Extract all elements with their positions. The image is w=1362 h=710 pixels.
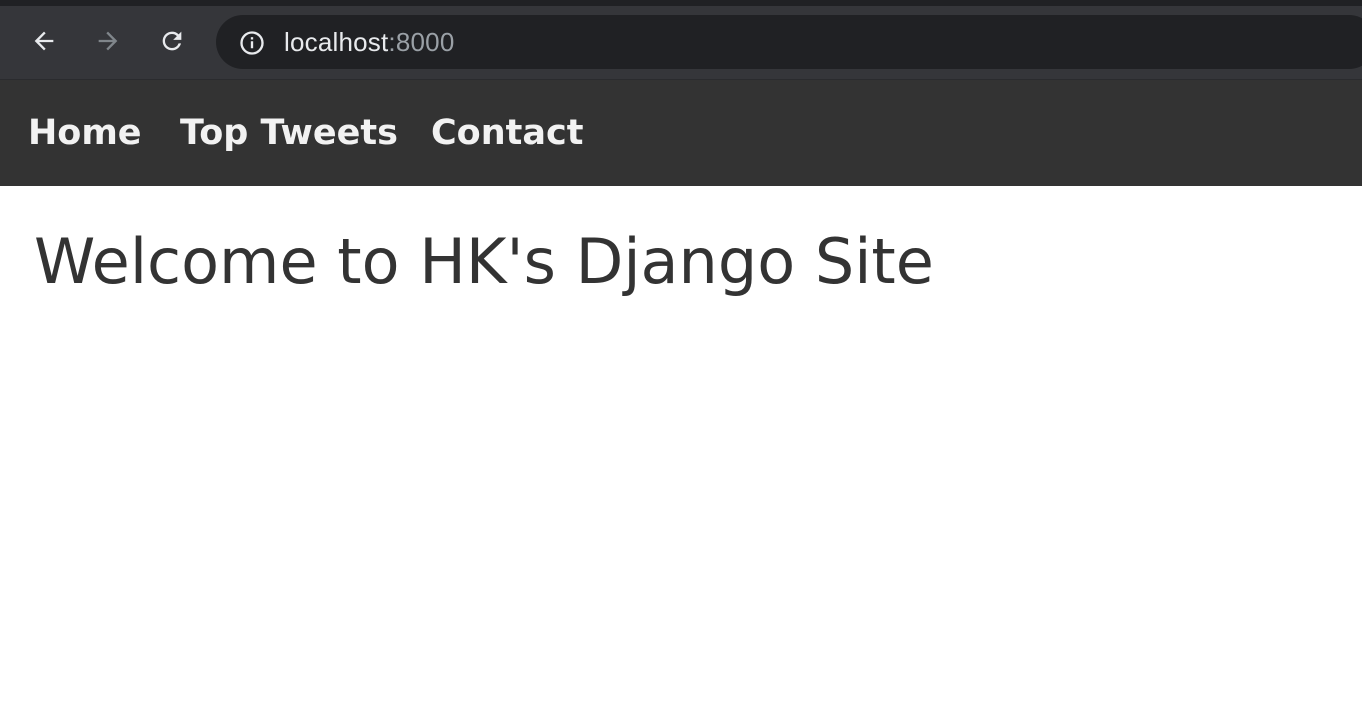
url-host: localhost bbox=[284, 27, 389, 57]
url-port: :8000 bbox=[388, 27, 455, 57]
back-button[interactable] bbox=[27, 24, 61, 58]
forward-button[interactable] bbox=[91, 24, 125, 58]
page-title: Welcome to HK's Django Site bbox=[34, 225, 934, 298]
nav-link-contact[interactable]: Contact bbox=[431, 80, 583, 186]
site-navbar: Home Top Tweets Contact bbox=[0, 80, 1362, 186]
nav-link-home[interactable]: Home bbox=[28, 80, 142, 186]
reload-button[interactable] bbox=[155, 24, 189, 58]
reload-icon bbox=[162, 31, 182, 51]
address-bar[interactable]: localhost:8000 bbox=[216, 15, 1362, 69]
nav-link-top-tweets[interactable]: Top Tweets bbox=[180, 80, 398, 186]
arrow-right-icon bbox=[98, 31, 118, 51]
url-text[interactable]: localhost:8000 bbox=[284, 15, 455, 69]
info-icon[interactable] bbox=[238, 29, 266, 57]
browser-toolbar: localhost:8000 bbox=[0, 0, 1362, 80]
arrow-left-icon bbox=[34, 31, 54, 51]
